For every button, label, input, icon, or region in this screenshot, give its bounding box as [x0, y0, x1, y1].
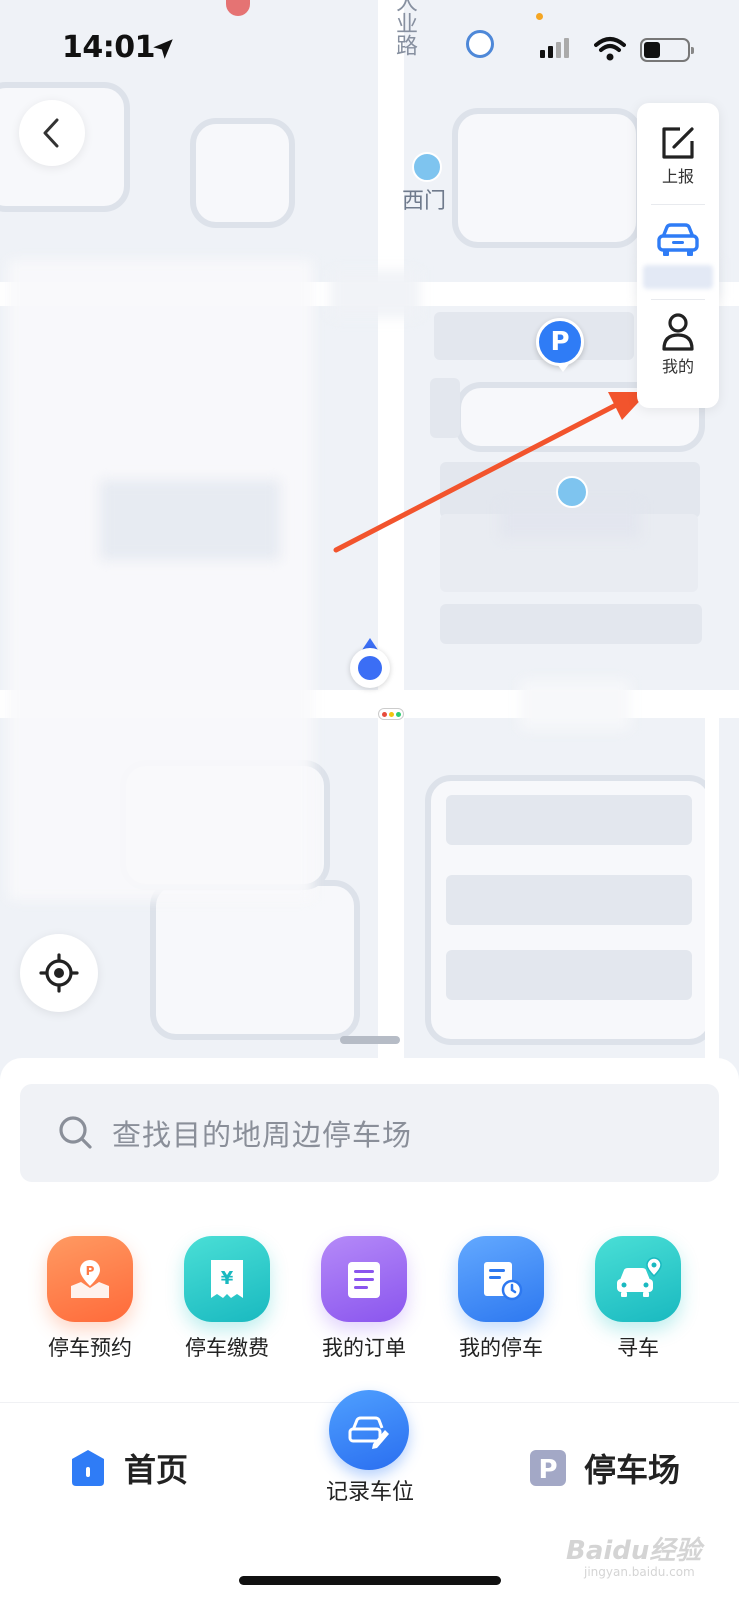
my-orders-icon — [321, 1236, 407, 1322]
find-car-icon — [595, 1236, 681, 1322]
watermark-text: Baidu经验 — [566, 1536, 702, 1566]
report-label: 上报 — [661, 167, 694, 186]
quick-action-label: 停车缴费 — [185, 1336, 269, 1360]
status-time: 14:01 — [62, 30, 156, 65]
divider — [651, 299, 705, 300]
nav-home-label: 首页 — [124, 1451, 189, 1489]
my-parking-icon — [458, 1236, 544, 1322]
quick-action-my-orders[interactable]: 我的订单 — [304, 1236, 424, 1362]
map-side-panel: 上报 我的 — [637, 103, 719, 408]
search-input[interactable]: 查找目的地周边停车场 — [20, 1084, 719, 1182]
nav-home[interactable]: 首页 — [68, 1445, 188, 1491]
parking-lot-icon: P — [530, 1450, 566, 1486]
location-arrow-icon — [153, 39, 173, 59]
mine-label: 我的 — [661, 357, 694, 376]
search-placeholder: 查找目的地周边停车场 — [112, 1118, 413, 1152]
map-view[interactable]: 西门 大业路 P — [0, 0, 739, 1070]
sheet-drag-handle[interactable] — [340, 1036, 400, 1044]
home-indicator[interactable] — [239, 1576, 501, 1585]
mine-button[interactable]: 我的 — [637, 311, 719, 377]
cellular-signal-icon — [540, 38, 569, 58]
annotation-arrow — [333, 392, 648, 553]
edit-report-icon — [662, 127, 694, 159]
quick-action-label: 我的停车 — [459, 1336, 543, 1360]
parking-reservation-icon: P — [47, 1236, 133, 1322]
watermark: Baidu经验 jingyan.baidu.com — [566, 1530, 701, 1579]
privacy-indicator-icon — [536, 13, 543, 20]
nav-parking-lot[interactable]: P 停车场 — [528, 1445, 680, 1491]
home-icon — [72, 1450, 104, 1486]
status-bar: 14:01 — [0, 0, 739, 96]
report-button[interactable]: 上报 — [637, 123, 719, 187]
user-profile-icon — [662, 313, 694, 351]
quick-action-label: 我的订单 — [322, 1336, 406, 1360]
back-button[interactable] — [19, 100, 85, 166]
divider — [651, 204, 705, 205]
quick-action-parking-payment[interactable]: ¥ 停车缴费 — [167, 1236, 287, 1362]
record-spot-button[interactable] — [329, 1390, 409, 1470]
blurred-label — [643, 265, 713, 289]
wifi-icon — [594, 37, 626, 61]
nav-parking-label: 停车场 — [584, 1451, 681, 1489]
svg-text:¥: ¥ — [221, 1268, 234, 1289]
car-edit-icon — [348, 1416, 389, 1449]
car-icon — [657, 223, 699, 256]
parking-payment-icon: ¥ — [184, 1236, 270, 1322]
quick-action-parking-reservation[interactable]: P 停车预约 — [30, 1236, 150, 1362]
svg-text:P: P — [538, 1455, 557, 1485]
quick-action-label: 寻车 — [617, 1336, 659, 1360]
quick-action-my-parking[interactable]: 我的停车 — [441, 1236, 561, 1362]
svg-text:P: P — [86, 1264, 95, 1278]
quick-actions: P 停车预约 ¥ 停车缴费 我的订单 我的停车 寻车 — [0, 1236, 739, 1366]
quick-action-find-car[interactable]: 寻车 — [578, 1236, 698, 1362]
chevron-left-icon — [43, 118, 59, 148]
crosshair-icon — [39, 953, 79, 993]
watermark-sub: jingyan.baidu.com — [584, 1565, 695, 1579]
quick-action-label: 停车预约 — [48, 1336, 132, 1360]
search-icon — [59, 1116, 92, 1149]
record-spot-label: 记录车位 — [325, 1480, 414, 1505]
vehicle-button[interactable] — [637, 219, 719, 289]
locate-me-button[interactable] — [20, 934, 98, 1012]
battery-icon — [640, 38, 694, 62]
